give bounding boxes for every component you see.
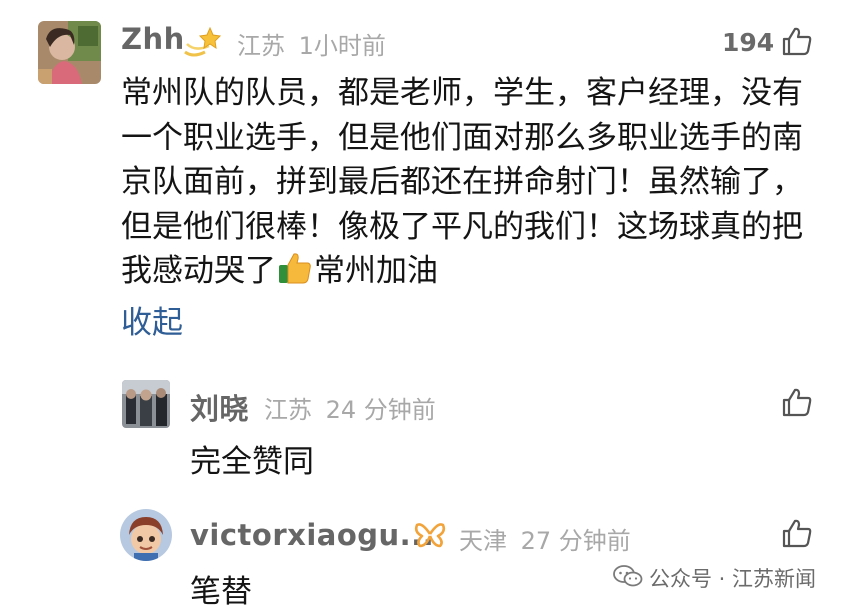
location: 江苏 xyxy=(237,32,285,60)
shooting-star-badge-icon xyxy=(183,22,223,64)
watermark-text: 公众号 · 江苏新闻 xyxy=(648,567,816,591)
thumbs-up-icon[interactable] xyxy=(781,386,813,418)
comment-text-tail: 常州加油 xyxy=(314,253,438,289)
location: 天津 xyxy=(459,527,507,555)
comment-meta: 天津 27 分钟前 xyxy=(459,521,631,556)
reply-item: 刘晓 江苏 24 分钟前 完全赞同 xyxy=(0,370,846,480)
reply-item: victorxiaogu... 天津 27 分钟前 笔替 xyxy=(0,500,846,614)
thumbs-up-emoji-icon xyxy=(277,251,313,285)
collapse-link[interactable]: 收起 xyxy=(121,297,183,342)
butterfly-badge-icon xyxy=(414,520,446,552)
comment-meta: 江苏 1小时前 xyxy=(237,26,386,61)
timestamp: 1小时前 xyxy=(298,32,386,60)
timestamp: 27 分钟前 xyxy=(520,527,631,555)
avatar[interactable] xyxy=(38,21,101,84)
location: 江苏 xyxy=(264,396,312,424)
author-name[interactable]: Zhh xyxy=(121,22,185,56)
timestamp: 24 分钟前 xyxy=(325,396,436,424)
comment-text: 常州队的队员，都是老师，学生，客户经理，没有一个职业选手，但是他们面对那么多职业… xyxy=(121,75,803,289)
author-name[interactable]: victorxiaogu... xyxy=(190,518,434,552)
avatar[interactable] xyxy=(122,380,170,428)
comment-meta: 江苏 24 分钟前 xyxy=(264,390,436,425)
comment-item: Zhh 江苏 1小时前 194 常州队的队员，都是老师，学生，客户经理，没有一个… xyxy=(0,0,846,342)
comment-body: 常州队的队员，都是老师，学生，客户经理，没有一个职业选手，但是他们面对那么多职业… xyxy=(121,71,811,294)
reply-body: 笔替 xyxy=(190,574,252,610)
reply-body: 完全赞同 xyxy=(190,444,314,480)
like-count: 194 xyxy=(722,28,775,57)
avatar[interactable] xyxy=(120,509,172,561)
watermark: 公众号 · 江苏新闻 xyxy=(613,563,816,593)
wechat-icon xyxy=(613,564,643,593)
thumbs-up-icon[interactable] xyxy=(781,25,813,57)
thumbs-up-icon[interactable] xyxy=(781,517,813,549)
author-name[interactable]: 刘晓 xyxy=(190,386,249,428)
